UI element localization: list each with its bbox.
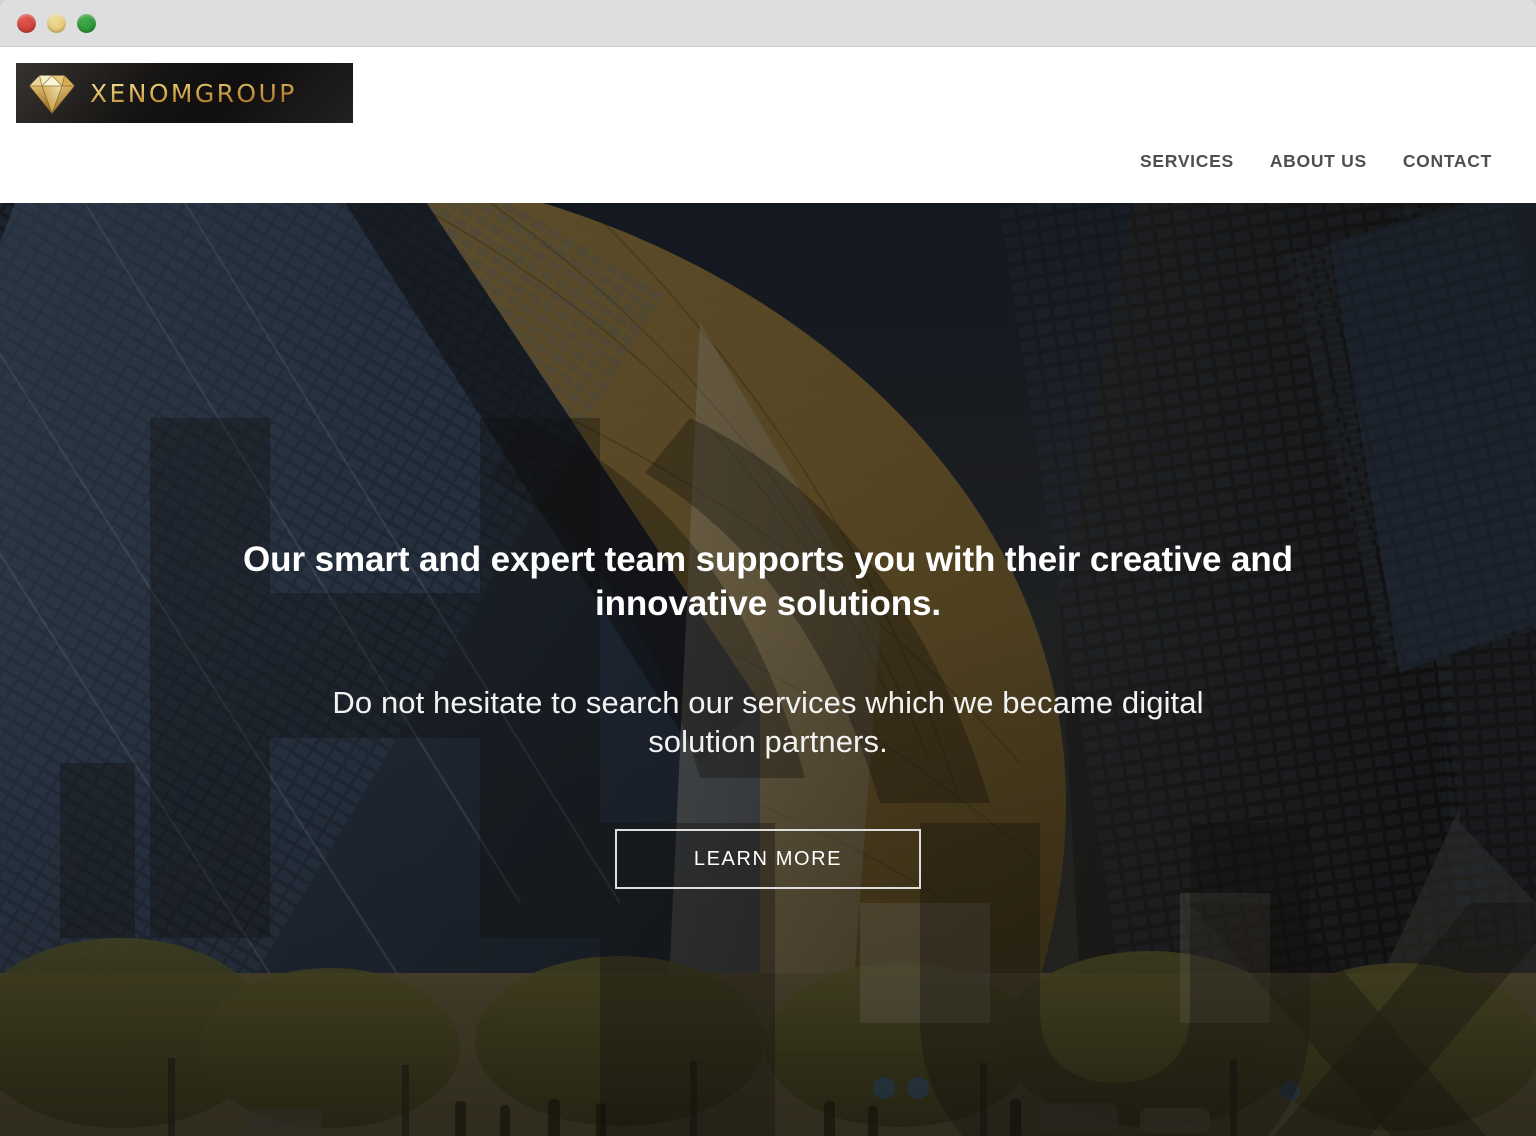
window-titlebar	[0, 0, 1536, 47]
site-logo[interactable]: XENOMGROUPLTD	[16, 63, 353, 123]
browser-window: XENOMGROUPLTD SERVICES ABOUT US CONTACT	[0, 0, 1536, 1136]
nav-item-services[interactable]: SERVICES	[1140, 151, 1234, 172]
hero-headline: Our smart and expert team supports you w…	[243, 540, 1293, 624]
nav-item-about-us[interactable]: ABOUT US	[1270, 151, 1367, 172]
hero-subheadline: Do not hesitate to search our services w…	[332, 685, 1204, 759]
main-navigation: SERVICES ABOUT US CONTACT	[1140, 151, 1492, 172]
maximize-window-button[interactable]	[77, 13, 96, 33]
diamond-gem-icon	[27, 71, 77, 115]
minimize-window-button[interactable]	[47, 13, 66, 33]
nav-item-contact[interactable]: CONTACT	[1403, 151, 1492, 172]
hero-content: Our smart and expert team supports you w…	[0, 538, 1536, 890]
close-window-button[interactable]	[17, 13, 36, 33]
traffic-light-group	[17, 13, 96, 33]
hero-cta-wrapper: LEARN MORE	[110, 829, 1426, 890]
hero-section: Our smart and expert team supports you w…	[0, 203, 1536, 1136]
site-header: XENOMGROUPLTD SERVICES ABOUT US CONTACT	[0, 47, 1536, 203]
learn-more-button[interactable]: LEARN MORE	[615, 829, 921, 890]
site-logo-text: XENOMGROUPLTD	[90, 78, 349, 108]
